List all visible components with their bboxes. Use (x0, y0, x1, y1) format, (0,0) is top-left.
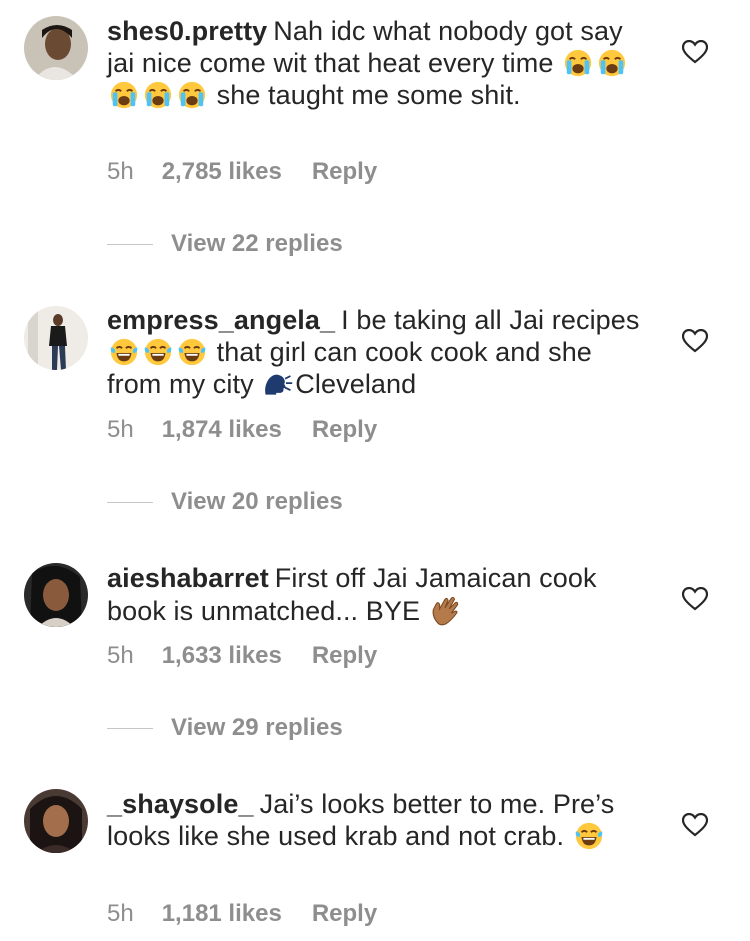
heart-outline-icon[interactable] (682, 40, 708, 64)
view-replies-button[interactable]: View 29 replies (107, 714, 343, 742)
loudly-crying-face-icon (108, 80, 140, 110)
comment-timestamp: 5h (107, 158, 134, 185)
heart-outline-icon[interactable] (682, 329, 708, 353)
view-replies-button[interactable]: View 22 replies (107, 230, 343, 258)
view-replies-label: View 22 replies (171, 230, 343, 257)
comment-meta: 5h 1,874 likes Reply (107, 416, 377, 444)
heart-outline-icon[interactable] (682, 813, 708, 837)
divider-line (107, 501, 153, 503)
reply-button[interactable]: Reply (312, 158, 377, 186)
face-with-tears-of-joy-icon (176, 337, 208, 367)
comment-text: aieshabarret First off Jai Jamaican cook … (107, 562, 647, 628)
likes-count[interactable]: 2,785 likes (162, 158, 282, 186)
likes-count[interactable]: 1,633 likes (162, 642, 282, 670)
likes-count[interactable]: 1,874 likes (162, 416, 282, 444)
avatar[interactable] (24, 563, 88, 627)
comment-text-part: she taught me some shit. (209, 80, 521, 110)
loudly-crying-face-icon (142, 80, 174, 110)
loudly-crying-face-icon (562, 48, 594, 78)
comment-timestamp: 5h (107, 642, 134, 669)
avatar[interactable] (24, 306, 88, 370)
comment-meta: 5h 2,785 likes Reply (107, 158, 377, 186)
reply-button[interactable]: Reply (312, 642, 377, 670)
view-replies-label: View 20 replies (171, 488, 343, 515)
comment-text: shes0.pretty Nah idc what nobody got say … (107, 15, 647, 111)
comment-text: _shaysole_ Jai’s looks better to me. Pre’… (107, 788, 647, 852)
avatar[interactable] (24, 16, 88, 80)
comment-username[interactable]: empress_angela_ (107, 305, 335, 335)
loudly-crying-face-icon (596, 48, 628, 78)
reply-button[interactable]: Reply (312, 900, 377, 928)
avatar[interactable] (24, 789, 88, 853)
comment-timestamp: 5h (107, 416, 134, 443)
reply-button[interactable]: Reply (312, 416, 377, 444)
divider-line (107, 243, 153, 245)
comment-timestamp: 5h (107, 900, 134, 927)
comment-meta: 5h 1,633 likes Reply (107, 642, 377, 670)
face-with-tears-of-joy-icon (142, 337, 174, 367)
speaking-head-icon (262, 369, 294, 399)
likes-count[interactable]: 1,181 likes (162, 900, 282, 928)
comment-text-part: I be taking all Jai recipes (341, 305, 640, 335)
comment-text: empress_angela_ I be taking all Jai recip… (107, 304, 647, 400)
loudly-crying-face-icon (176, 80, 208, 110)
comment-username[interactable]: aieshabarret (107, 563, 269, 593)
comment-username[interactable]: _shaysole_ (107, 789, 254, 819)
face-with-tears-of-joy-icon (108, 337, 140, 367)
comment-text-part: Cleveland (295, 369, 417, 399)
face-with-tears-of-joy-icon (573, 821, 605, 851)
comment-username[interactable]: shes0.pretty (107, 16, 267, 46)
view-replies-button[interactable]: View 20 replies (107, 488, 343, 516)
waving-hand-icon (429, 594, 463, 628)
comment-meta: 5h 1,181 likes Reply (107, 900, 377, 928)
heart-outline-icon[interactable] (682, 587, 708, 611)
divider-line (107, 727, 153, 729)
view-replies-label: View 29 replies (171, 714, 343, 741)
